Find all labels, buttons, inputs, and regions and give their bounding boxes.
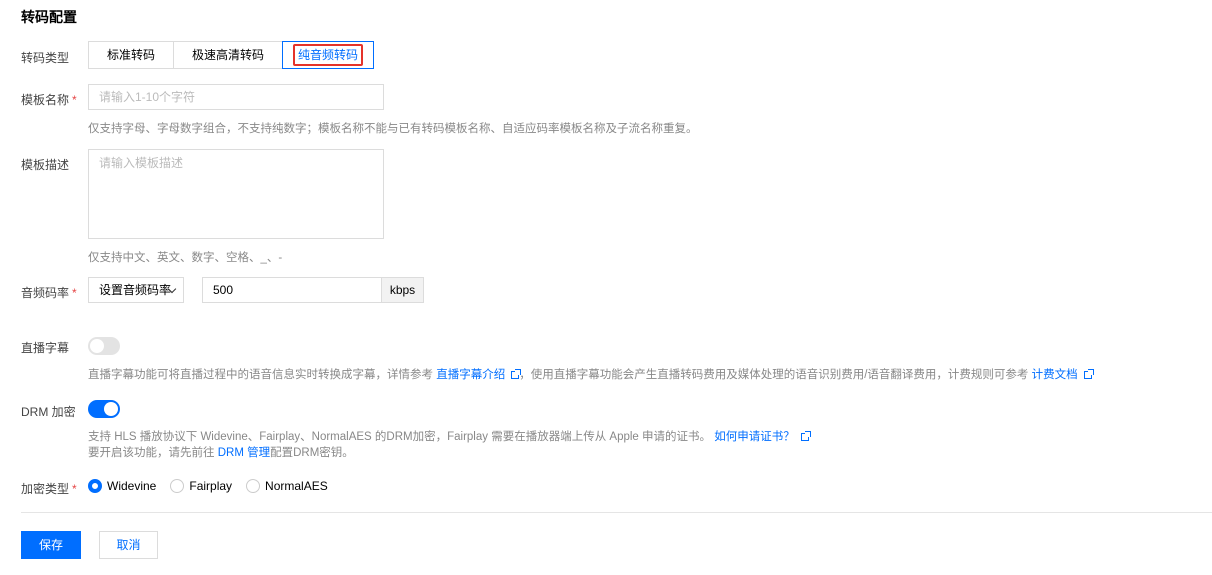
transcode-type-label: 转码类型	[21, 51, 70, 65]
drm-label: DRM 加密	[21, 405, 76, 419]
radio-unchecked-icon	[170, 479, 185, 493]
radio-widevine[interactable]: Widevine	[88, 479, 156, 493]
drm-hint-line1: 支持 HLS 播放协议下 Widevine、Fairplay、NormalAES…	[88, 428, 811, 444]
template-name-input[interactable]: 请输入1-10个字符	[88, 84, 384, 110]
template-desc-textarea[interactable]: 请输入模板描述	[88, 149, 384, 239]
template-desc-label: 模板描述	[21, 158, 70, 172]
required-mark: *	[72, 482, 77, 496]
live-subtitle-hint-prefix: 直播字幕功能可将直播过程中的语音信息实时转换成字幕，详情参考	[88, 369, 433, 381]
template-name-label-text: 模板名称	[21, 93, 70, 107]
drm-hint-text: 支持 HLS 播放协议下 Widevine、Fairplay、NormalAES…	[88, 431, 712, 443]
audio-bitrate-select-value: 设置音频码率	[99, 283, 172, 297]
audio-bitrate-select[interactable]: 设置音频码率	[88, 277, 184, 303]
radio-normalaes[interactable]: NormalAES	[246, 479, 328, 493]
divider	[21, 512, 1212, 513]
section-title: 转码配置	[21, 9, 77, 25]
live-subtitle-toggle[interactable]	[88, 337, 120, 355]
drm-hint-suffix: 配置DRM密钥。	[270, 447, 354, 459]
how-to-apply-cert-link[interactable]: 如何申请证书？	[714, 431, 795, 443]
transcode-type-tabs: 标准转码 极速高清转码 纯音频转码	[88, 41, 375, 69]
radio-unchecked-icon	[246, 479, 261, 493]
encrypt-type-label-text: 加密类型	[21, 482, 70, 496]
radio-label: NormalAES	[265, 479, 328, 493]
drm-hint-line2: 要开启该功能，请先前往 DRM 管理配置DRM密钥。	[88, 444, 354, 460]
external-link-icon	[1083, 369, 1094, 379]
save-button[interactable]: 保存	[21, 531, 81, 559]
live-subtitle-intro-link[interactable]: 直播字幕介绍	[436, 369, 505, 381]
drm-toggle[interactable]	[88, 400, 120, 418]
live-subtitle-hint: 直播字幕功能可将直播过程中的语音信息实时转换成字幕，详情参考 直播字幕介绍 ，使用…	[88, 366, 1094, 382]
toggle-knob	[104, 402, 118, 416]
template-desc-hint: 仅支持中文、英文、数字、空格、_、-	[88, 252, 283, 264]
tab-standard-transcode[interactable]: 标准转码	[88, 41, 175, 69]
template-name-hint: 仅支持字母、字母数字组合，不支持纯数字；模板名称不能与已有转码模板名称、自适应码…	[88, 123, 698, 135]
required-mark: *	[72, 286, 77, 300]
radio-label: Fairplay	[189, 479, 233, 493]
radio-label: Widevine	[107, 479, 157, 493]
external-link-icon	[800, 431, 811, 441]
external-link-icon	[511, 369, 522, 379]
toggle-knob	[90, 339, 104, 353]
live-subtitle-label: 直播字幕	[21, 341, 70, 355]
audio-bitrate-label: 音频码率 *	[21, 284, 77, 301]
required-mark: *	[72, 93, 77, 107]
live-subtitle-hint-middle: ，使用直播字幕功能会产生直播转码费用及媒体处理的语音识别费用/语音翻译费用，计费…	[519, 369, 1029, 381]
audio-bitrate-label-text: 音频码率	[21, 286, 70, 300]
billing-doc-link[interactable]: 计费文档	[1032, 369, 1078, 381]
template-name-label: 模板名称 *	[21, 91, 77, 108]
audio-bitrate-input[interactable]: 500	[202, 277, 382, 303]
tab-audio-only-label: 纯音频转码	[293, 44, 364, 66]
tab-fast-hd-transcode[interactable]: 极速高清转码	[173, 41, 284, 69]
drm-hint-prefix: 要开启该功能，请先前往	[88, 447, 215, 459]
radio-fairplay[interactable]: Fairplay	[170, 479, 232, 493]
bitrate-unit: kbps	[381, 277, 424, 303]
encrypt-type-radio-group: Widevine Fairplay NormalAES	[88, 477, 342, 495]
encrypt-type-label: 加密类型 *	[21, 480, 77, 497]
radio-checked-icon	[88, 479, 102, 493]
drm-management-link[interactable]: DRM 管理	[218, 447, 270, 459]
cancel-button[interactable]: 取消	[99, 531, 158, 559]
tab-audio-only-transcode[interactable]: 纯音频转码	[282, 41, 375, 69]
